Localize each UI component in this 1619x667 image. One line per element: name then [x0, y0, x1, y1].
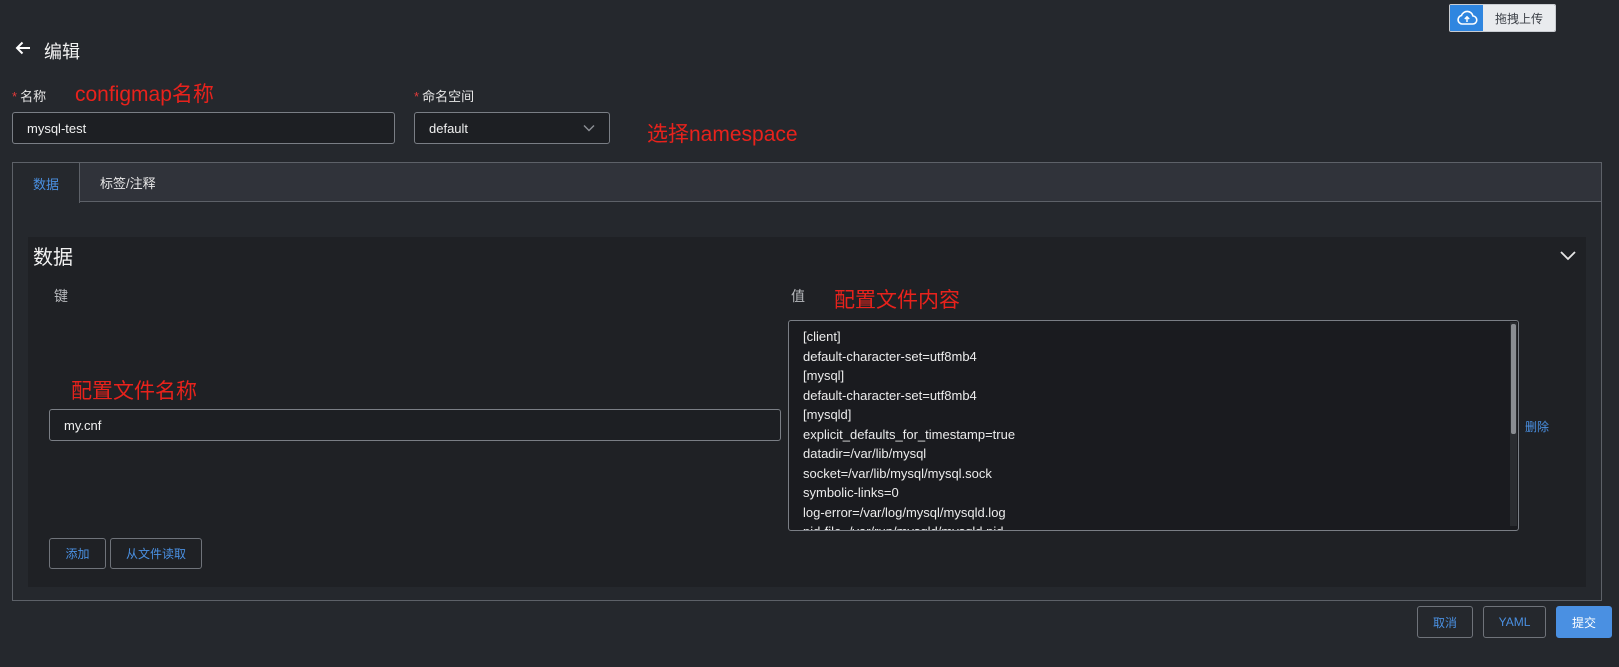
scrollbar-thumb[interactable] [1511, 324, 1516, 434]
value-line: [mysql] [803, 368, 845, 383]
add-button[interactable]: 添加 [49, 538, 106, 569]
value-line: datadir=/var/lib/mysql [803, 446, 927, 461]
required-mark: * [12, 89, 18, 104]
name-label: * 名称 [12, 86, 46, 105]
tab-bar: 数据 标签/注释 [13, 163, 1601, 203]
namespace-label-text: 命名空间 [422, 89, 475, 104]
chevron-up-down-icon [1560, 251, 1576, 261]
arrow-left-icon [15, 41, 30, 55]
value-line: socket=/var/lib/mysql/mysql.sock [803, 465, 992, 481]
namespace-label: * 命名空间 [414, 86, 474, 105]
page-title: 编辑 [44, 42, 80, 62]
value-line: log-error=/var/log/mysql/mysqld.log [803, 504, 1006, 520]
value-line: pid-file=/var/run/mysqld/mysqld.pid [803, 522, 1504, 530]
namespace-value: default [429, 120, 469, 136]
value-line: default-character-set=utf8mb4 [803, 348, 977, 364]
section-title: 数据 [33, 247, 73, 269]
key-input[interactable]: my.cnf [49, 409, 781, 441]
collapse-button[interactable] [1558, 245, 1578, 265]
value-line: explicit_defaults_for_timestamp=true [803, 426, 1016, 442]
value-line: [client] [803, 329, 841, 344]
name-input[interactable]: mysql-test [12, 112, 395, 144]
delete-link[interactable]: 删除 [1525, 418, 1549, 435]
name-label-text: 名称 [20, 89, 47, 104]
annotation-select-namespace: 选择namespace [647, 123, 798, 146]
cloud-upload-icon [1450, 5, 1483, 31]
annotation-config-content: 配置文件内容 [834, 289, 960, 312]
value-column-label: 值 [791, 288, 805, 304]
yaml-button[interactable]: YAML [1483, 606, 1546, 638]
tab-data[interactable]: 数据 [13, 163, 81, 203]
value-lines: [client] default-character-set=utf8mb4 [my… [803, 327, 1504, 530]
value-line: symbolic-links=0 [803, 485, 899, 500]
annotation-configmap-name: configmap名称 [75, 83, 214, 106]
read-from-file-button[interactable]: 从文件读取 [110, 538, 202, 569]
key-column-label: 键 [54, 288, 68, 304]
cancel-button[interactable]: 取消 [1417, 606, 1473, 638]
drag-upload-button[interactable]: 拖拽上传 [1449, 4, 1556, 32]
value-textarea[interactable]: [client] default-character-set=utf8mb4 [my… [788, 320, 1519, 531]
annotation-config-filename: 配置文件名称 [71, 380, 197, 403]
back-button[interactable] [12, 37, 34, 59]
namespace-select[interactable]: default [414, 112, 610, 144]
submit-button[interactable]: 提交 [1556, 606, 1612, 638]
value-line: default-character-set=utf8mb4 [803, 387, 977, 403]
tab-labels-annotations[interactable]: 标签/注释 [80, 163, 176, 202]
upload-label: 拖拽上传 [1483, 5, 1555, 31]
required-mark: * [414, 89, 420, 104]
chevron-down-icon [583, 125, 595, 132]
value-line: [mysqld] [803, 407, 852, 422]
textarea-scrollbar[interactable] [1510, 322, 1517, 526]
